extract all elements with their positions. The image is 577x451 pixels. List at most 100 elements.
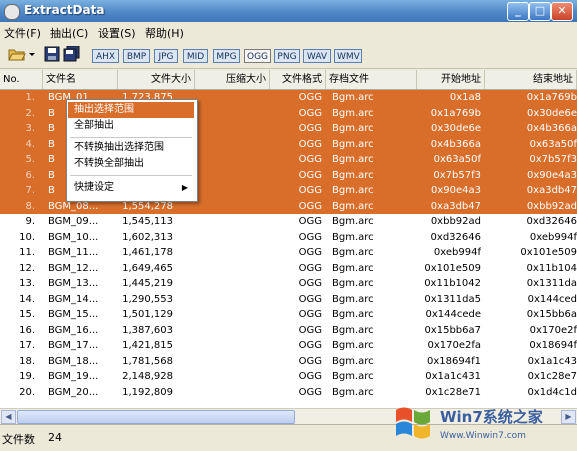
save-all-icon[interactable]	[63, 45, 80, 62]
cell-start: 0x18694f1	[427, 355, 481, 367]
format-mpg-button[interactable]: MPG	[213, 49, 240, 63]
cell-comp	[195, 230, 267, 245]
cell-comp	[195, 369, 267, 384]
save-icon[interactable]	[44, 46, 60, 62]
format-png-button[interactable]: PNG	[274, 49, 300, 63]
col-header-size[interactable]: 文件大小	[118, 70, 195, 89]
cell-no: 12.	[19, 262, 35, 274]
cell-format: OGG	[298, 309, 322, 320]
cell-no: 5.	[25, 154, 35, 165]
dropdown-arrow-icon[interactable]	[28, 46, 36, 62]
cell-format: OGG	[298, 200, 322, 212]
col-header-start[interactable]: 开始地址	[417, 70, 485, 89]
table-row[interactable]: 10. BGM_10... 1,602,313 OGG Bgm.arc 0xd32646 0…	[0, 230, 577, 246]
format-bmp-button[interactable]: BMP	[123, 49, 150, 63]
cell-no: 10.	[19, 231, 35, 243]
table-row[interactable]: 14. BGM_14... 1,290,553 OGG Bgm.arc 0x1311da5…	[0, 292, 577, 308]
cell-no: 1.	[25, 92, 35, 103]
menu-file[interactable]: 文件(F)	[4, 25, 41, 41]
cell-size: 1,461,178	[122, 247, 173, 258]
cell-archive: Bgm.arc	[332, 200, 374, 212]
col-header-archive[interactable]: 存档文件	[326, 70, 417, 89]
cell-format: OGG	[298, 278, 322, 289]
table-row[interactable]: 18. BGM_18... 1,781,568 OGG Bgm.arc 0x18694f1…	[0, 354, 577, 370]
format-mid-button[interactable]: MID	[183, 49, 208, 63]
col-header-end[interactable]: 结束地址	[485, 70, 577, 89]
col-header-no[interactable]: No.	[0, 70, 43, 89]
cell-end: 0xbb92ad	[526, 200, 577, 212]
cell-comp	[195, 168, 267, 183]
maximize-button[interactable]: □	[529, 2, 551, 21]
cell-archive: Bgm.arc	[332, 169, 374, 181]
cell-archive: Bgm.arc	[332, 262, 374, 274]
app-icon[interactable]	[4, 4, 20, 20]
cell-format: OGG	[298, 247, 322, 258]
cell-end: 0x11b104	[526, 262, 577, 274]
cell-start: 0x101e509	[424, 262, 481, 274]
table-row[interactable]: 11. BGM_11... 1,461,178 OGG Bgm.arc 0xeb994f 0…	[0, 245, 577, 261]
table-row[interactable]: 15. BGM_15... 1,501,129 OGG Bgm.arc 0x144cede…	[0, 307, 577, 323]
ctx-extract-all[interactable]: 全部抽出	[68, 118, 194, 134]
menu-settings[interactable]: 设置(S)	[98, 25, 136, 41]
ctx-quick-settings[interactable]: 快捷设定 ▶	[68, 180, 194, 196]
cell-no: 3.	[25, 123, 35, 134]
cell-end: 0x170e2f	[529, 324, 577, 336]
cell-start: 0x170e2fa	[427, 340, 481, 351]
cell-end: 0xeb994f	[529, 231, 577, 243]
open-folder-icon[interactable]	[8, 46, 26, 62]
table-row[interactable]: 12. BGM_12... 1,649,465 OGG Bgm.arc 0x101e509…	[0, 261, 577, 277]
scroll-thumb[interactable]	[17, 410, 295, 424]
table-row[interactable]: 19. BGM_19... 2,148,928 OGG Bgm.arc 0x1a1c431…	[0, 369, 577, 385]
cell-comp	[195, 354, 267, 369]
cell-size: 1,501,129	[122, 309, 173, 320]
table-row[interactable]: 17. BGM_17... 1,421,815 OGG Bgm.arc 0x170e2fa…	[0, 338, 577, 354]
cell-size: 1,545,113	[122, 216, 173, 227]
cell-archive: Bgm.arc	[332, 154, 374, 165]
format-ahx-button[interactable]: AHX	[92, 49, 119, 63]
cell-start: 0x63a50f	[433, 154, 481, 165]
scroll-left-arrow[interactable]: ◀	[1, 410, 16, 424]
format-wav-button[interactable]: WAV	[303, 49, 331, 63]
col-header-name[interactable]: 文件名	[43, 70, 118, 89]
submenu-arrow-icon: ▶	[181, 183, 188, 192]
cell-archive: Bgm.arc	[332, 278, 374, 289]
cell-comp	[195, 276, 267, 291]
table-row[interactable]: 16. BGM_16... 1,387,603 OGG Bgm.arc 0x15bb6a7…	[0, 323, 577, 339]
ctx-extract-selection-raw[interactable]: 不转换抽出选择范围	[68, 140, 194, 156]
cell-comp	[195, 137, 267, 152]
col-header-comp[interactable]: 压缩大小	[195, 70, 270, 89]
cell-archive: Bgm.arc	[332, 309, 374, 320]
menu-help[interactable]: 帮助(H)	[145, 25, 184, 41]
cell-no: 15.	[19, 309, 35, 320]
format-ogg-button[interactable]: OGG	[244, 49, 271, 63]
cell-end: 0x7b57f3	[529, 154, 577, 165]
cell-format: OGG	[298, 107, 322, 119]
cell-start: 0x15bb6a7	[424, 324, 481, 336]
cell-no: 18.	[19, 355, 35, 367]
cell-format: OGG	[298, 216, 322, 227]
menu-bar: 文件(F) 抽出(C) 设置(S) 帮助(H)	[0, 22, 577, 41]
menu-extract[interactable]: 抽出(C)	[50, 25, 88, 41]
ctx-extract-all-raw[interactable]: 不转换全部抽出	[68, 156, 194, 172]
cell-name: BGM_12...	[48, 262, 99, 274]
table-row[interactable]: 9. BGM_09... 1,545,113 OGG Bgm.arc 0xbb92ad 0x…	[0, 214, 577, 230]
format-jpg-button[interactable]: JPG	[154, 49, 178, 63]
title-bar[interactable]: ExtractData _ □ ✕	[0, 0, 577, 22]
minimize-button[interactable]: _	[507, 2, 529, 21]
cell-end: 0x144ced	[527, 293, 577, 305]
cell-end: 0x1311da	[526, 278, 577, 289]
cell-start: 0xd32646	[430, 231, 481, 243]
close-button[interactable]: ✕	[551, 2, 573, 21]
cell-name: BGM_15...	[48, 309, 99, 320]
cell-start: 0x1a8	[449, 92, 481, 103]
table-row[interactable]: 13. BGM_13... 1,445,219 OGG Bgm.arc 0x11b1042…	[0, 276, 577, 292]
list-header: No. 文件名 文件大小 压缩大小 文件格式 存档文件 开始地址 结束地址	[0, 70, 577, 90]
format-wmv-button[interactable]: WMV	[334, 49, 362, 63]
cell-no: 19.	[19, 371, 35, 382]
ctx-extract-selection[interactable]: 抽出选择范围	[68, 102, 194, 118]
cell-format: OGG	[298, 92, 322, 103]
col-header-format[interactable]: 文件格式	[270, 70, 326, 89]
cell-comp	[195, 307, 267, 322]
toolbar: AHX BMP JPG MID MPG OGG PNG WAV WMV	[0, 41, 577, 69]
cell-end: 0x1c28e7	[527, 371, 577, 382]
